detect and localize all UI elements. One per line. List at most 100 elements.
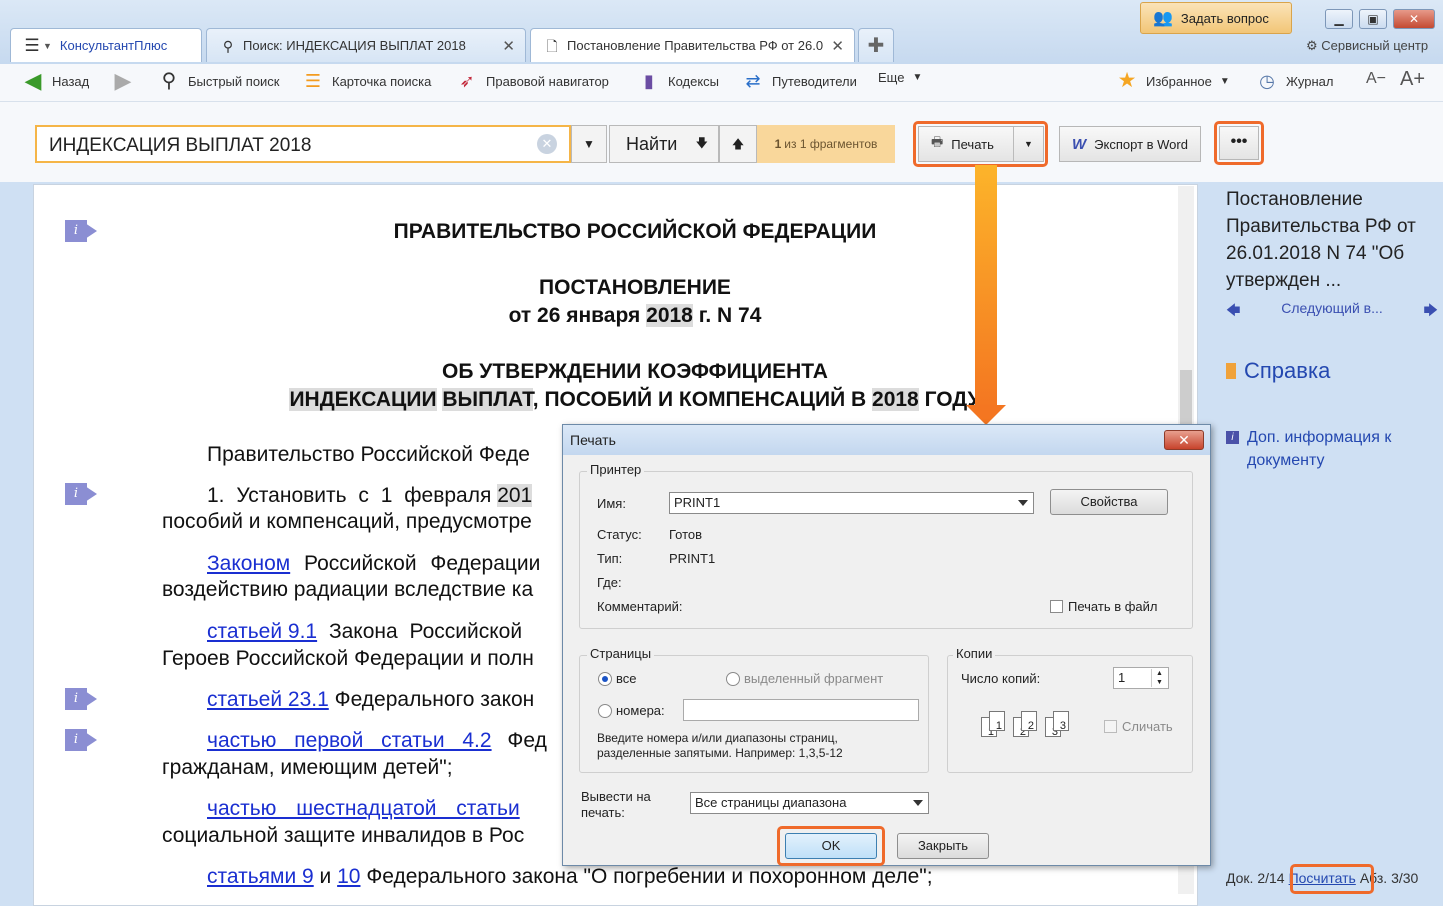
law-link[interactable]: 10 [337, 865, 360, 888]
more-menu-button[interactable]: Еще ▼ [878, 70, 922, 85]
forward-button[interactable]: ▶ [112, 70, 134, 92]
find-previous-button[interactable]: 🡅 [719, 125, 757, 163]
close-tab-icon[interactable]: ✕ [823, 37, 844, 55]
pages-numbers-input[interactable] [683, 699, 919, 721]
status-doc: Док. 2/14 [1226, 870, 1285, 886]
arrow-left-icon: ◀ [24, 68, 42, 93]
additional-info-link[interactable]: i Доп. информация к документу [1226, 426, 1431, 472]
doc-paragraph: 1. Установить с 1 февраля 201 [207, 484, 533, 508]
document-icon: 🗋 [546, 37, 558, 54]
date-year-highlight: 2018 [646, 304, 693, 327]
info-icon: i [1226, 431, 1239, 444]
next-arrow-icon[interactable]: 🡆 [1424, 300, 1438, 324]
clear-search-icon[interactable]: ✕ [537, 134, 557, 154]
copies-label: Число копий: [961, 671, 1041, 686]
plus-icon: ✚ [867, 35, 885, 57]
users-icon: 👥 [1153, 10, 1173, 27]
back-button[interactable]: ◀ Назад [22, 68, 90, 93]
menu-icon[interactable]: ☰ [21, 35, 43, 57]
codes-book-icon: ▮ [644, 71, 654, 91]
info-marker-icon[interactable]: i [65, 688, 97, 710]
law-link[interactable]: частью шестнадцатой статьи [207, 797, 520, 820]
more-highlight [1214, 121, 1264, 165]
law-link[interactable]: статьей 9.1 [207, 620, 317, 643]
comment-label: Комментарий: [597, 599, 683, 614]
quick-search-button[interactable]: ⚲ Быстрый поиск [158, 70, 280, 92]
doc-paragraph: гражданам, имеющим детей"; [162, 756, 453, 779]
printer-select[interactable]: PRINT1 [669, 492, 1034, 514]
info-marker-icon[interactable]: i [65, 220, 97, 242]
search-history-dropdown[interactable]: ▼ [571, 125, 607, 163]
law-link[interactable]: статьями 9 [207, 865, 314, 888]
font-smaller-button[interactable]: A− [1366, 70, 1386, 88]
star-icon: ★ [1117, 69, 1137, 92]
back-label: Назад [52, 73, 90, 89]
minimize-button[interactable]: ▁ [1325, 9, 1353, 29]
type-value: PRINT1 [669, 551, 716, 566]
signpost-icon: ⇄ [745, 71, 761, 91]
font-larger-button[interactable]: A+ [1400, 68, 1425, 91]
new-tab-button[interactable]: ✚ [858, 28, 894, 62]
find-button[interactable]: Найти 🡇 [609, 125, 719, 163]
next-doc-link[interactable]: Следующий в... [1281, 300, 1383, 324]
close-window-button[interactable]: ✕ [1393, 9, 1435, 29]
doc-title-line1: ОБ УТВЕРЖДЕНИИ КОЭФФИЦИЕНТА [442, 360, 828, 383]
print-to-file-checkbox[interactable] [1050, 600, 1063, 613]
doc-date-line: от 26 января 2018 г. N 74 [160, 304, 1110, 328]
pages-numbers-radio[interactable] [598, 704, 612, 718]
info-marker-icon[interactable]: i [65, 483, 97, 505]
pages-selection-radio[interactable] [726, 672, 740, 686]
close-tab-icon[interactable]: ✕ [494, 37, 515, 55]
arrow-right-icon: ▶ [114, 68, 132, 93]
doc-paragraph: Законом Российской Федерации [207, 552, 540, 576]
title-mid: , ПОСОБИЙ И КОМПЕНСАЦИЙ В [532, 388, 867, 411]
close-button[interactable]: Закрыть [897, 833, 989, 859]
output-select[interactable]: Все страницы диапазона [690, 792, 929, 814]
spinner-icon[interactable]: ▲ ▼ [1151, 669, 1167, 687]
copies-input[interactable]: 1 ▲ ▼ [1113, 667, 1169, 689]
arrow-up-icon: 🡅 [731, 137, 745, 151]
law-link[interactable]: статьей 23.1 [207, 688, 329, 711]
collate-checkbox[interactable] [1104, 720, 1117, 733]
dialog-close-button[interactable]: ✕ [1164, 430, 1204, 450]
tab-consultant[interactable]: ☰ ▼ КонсультантПлюс [10, 28, 202, 62]
search-card-button[interactable]: ☰ Карточка поиска [302, 70, 431, 92]
more-label: Еще [878, 70, 905, 85]
law-link[interactable]: частью первой статьи 4.2 [207, 729, 492, 752]
codes-button[interactable]: ▮ Кодексы [638, 70, 719, 92]
name-label: Имя: [597, 496, 626, 511]
journal-label: Журнал [1286, 73, 1334, 89]
service-center-link[interactable]: ⚙ Сервисный центр [1306, 38, 1428, 54]
search-input[interactable]: ИНДЕКСАЦИЯ ВЫПЛАТ 2018 [35, 125, 571, 163]
chevron-down-icon [913, 800, 923, 806]
title-word-highlight: ИНДЕКСАЦИИ [289, 388, 437, 411]
status-label: Статус: [597, 527, 642, 542]
doc-paragraph: статьей 23.1 Федерального закон [207, 688, 534, 712]
title-year-highlight: 2018 [872, 388, 919, 411]
export-word-button[interactable]: W Экспорт в Word [1059, 126, 1201, 162]
journal-button[interactable]: ◷ Журнал [1256, 70, 1333, 92]
pages-all-radio[interactable] [598, 672, 612, 686]
law-text: Фед [501, 729, 547, 752]
doc-navigation: 🡄 Следующий в... 🡆 [1226, 300, 1438, 324]
ask-question-button[interactable]: 👥 Задать вопрос [1140, 2, 1292, 34]
tab-document[interactable]: 🗋 Постановление Правительства РФ от 26.0… [530, 28, 855, 62]
favorites-button[interactable]: ★ Избранное ▼ [1116, 70, 1230, 92]
scrollbar-thumb[interactable] [1180, 370, 1192, 430]
gear-icon: ⚙ [1306, 38, 1318, 53]
help-link[interactable]: Справка [1226, 358, 1330, 384]
legal-navigator-button[interactable]: ➶ Правовой навигатор [456, 70, 608, 92]
law-and: и [313, 865, 338, 888]
doc-paragraph: статьями 9 и 10 Федерального закона "О п… [207, 865, 933, 889]
properties-button[interactable]: Свойства [1050, 489, 1168, 515]
print-highlight [913, 121, 1048, 167]
tab-document-label: Постановление Правительства РФ от 26.0 [567, 38, 824, 53]
brand-label: КонсультантПлюс [59, 38, 168, 53]
law-link[interactable]: Законом [207, 552, 290, 575]
tab-search[interactable]: ⚲ Поиск: ИНДЕКСАЦИЯ ВЫПЛАТ 2018 ✕ [206, 28, 526, 62]
maximize-button[interactable]: ▣ [1359, 9, 1387, 29]
quick-search-label: Быстрый поиск [188, 73, 280, 89]
guides-button[interactable]: ⇄ Путеводители [742, 70, 856, 92]
prev-arrow-icon[interactable]: 🡄 [1226, 300, 1240, 324]
info-marker-icon[interactable]: i [65, 729, 97, 751]
